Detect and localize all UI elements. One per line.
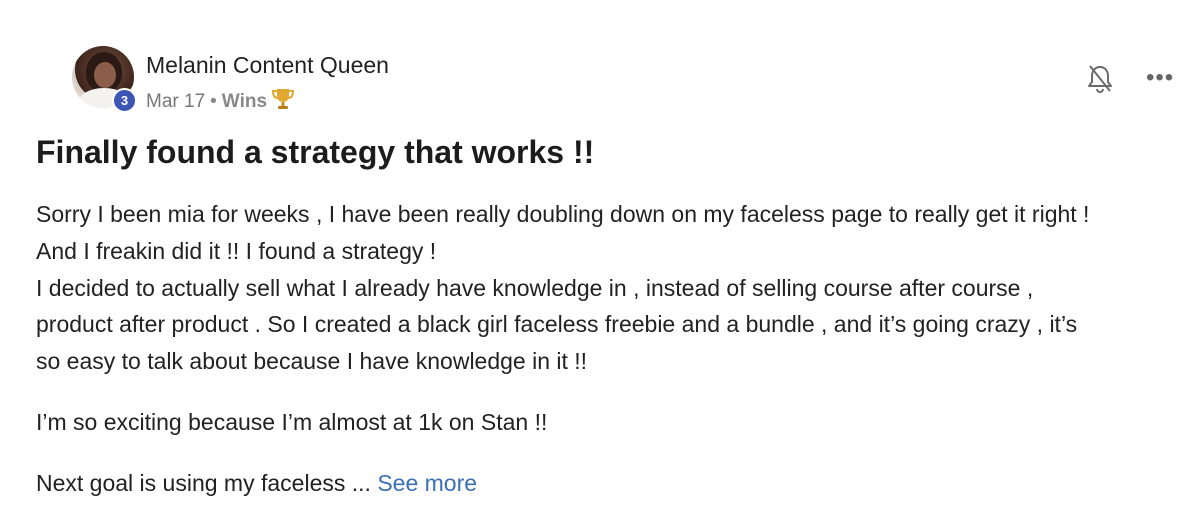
meta-separator: • — [210, 91, 217, 112]
body-paragraph-3: Next goal is using my faceless ... See m… — [36, 465, 1176, 502]
body-line: so easy to talk about because I have kno… — [36, 348, 588, 375]
body-paragraph-1: Sorry I been mia for weeks , I have been… — [36, 196, 1176, 380]
body-line: And I freakin did it !! I found a strate… — [36, 237, 437, 264]
post-date[interactable]: Mar 17 — [146, 91, 205, 113]
see-more-link[interactable]: See more — [377, 470, 477, 496]
post-card: 3 Melanin Content Queen Mar 17 • Wins ••… — [0, 0, 1200, 514]
trophy-icon — [272, 87, 295, 117]
more-options-icon[interactable]: ••• — [1146, 66, 1174, 90]
body-paragraph-2: I’m so exciting because I’m almost at 1k… — [36, 408, 548, 435]
post-body[interactable]: Sorry I been mia for weeks , I have been… — [36, 196, 1176, 502]
body-line: I decided to actually sell what I alread… — [36, 274, 1034, 301]
post-header: 3 Melanin Content Queen Mar 17 • Wins ••… — [36, 0, 1173, 122]
post-meta: Mar 17 • Wins — [146, 87, 295, 117]
level-badge: 3 — [112, 88, 137, 113]
notification-bell-icon[interactable] — [1086, 64, 1114, 94]
avatar-face — [94, 62, 116, 88]
truncated-text: Next goal is using my faceless ... — [36, 469, 371, 496]
author-name[interactable]: Melanin Content Queen — [146, 52, 389, 79]
body-line: Sorry I been mia for weeks , I have been… — [36, 201, 1090, 227]
body-line: product after product . So I created a b… — [36, 311, 1078, 338]
post-category[interactable]: Wins — [222, 91, 267, 113]
post-title[interactable]: Finally found a strategy that works !! — [36, 134, 594, 171]
